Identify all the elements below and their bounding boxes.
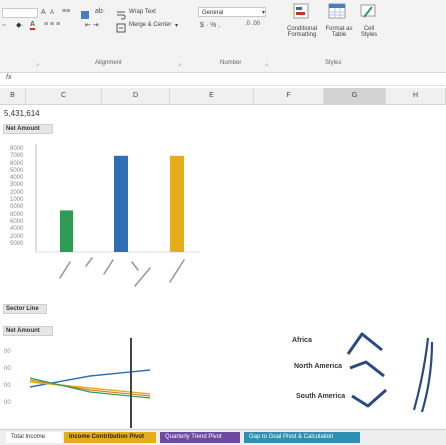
cell-b2-value[interactable]: 5,431,614 [4,109,40,118]
font-color-button[interactable]: A [30,21,36,30]
align-lines-icon[interactable]: ≡≡ [62,8,70,15]
decimal-buttons[interactable]: .0 .00 [245,21,260,27]
column-header[interactable]: D [102,88,170,104]
merge-center-label[interactable]: Merge & Center [129,22,171,28]
bar-chart[interactable]: 8000 7000 6000 5000 4000 3000 2000 1000 0000 8000… [0,140,210,290]
format-as-table-label[interactable]: Format as Table [323,26,355,38]
sheet-tabs-bar: Total Income Income Contribution Pivot Q… [0,429,446,445]
bar-green [60,210,73,252]
sheet-tab-quarterly-trend-pivot[interactable]: Quarterly Trend Pivot [160,432,240,443]
line-chart[interactable]: 00 00 00 00 [0,340,210,428]
number-format-select[interactable]: General [198,7,266,17]
region-label-africa: Africa [292,337,312,344]
formula-bar[interactable]: fx [0,73,446,86]
font-group-launcher-icon[interactable]: ⌟ [36,60,39,67]
wrap-text-icon[interactable] [116,7,126,20]
alignment-group-launcher-icon[interactable]: ⌟ [178,60,181,67]
column-header-selected[interactable]: G [324,88,386,104]
wrap-text-label[interactable]: Wrap Text [129,9,156,15]
font-size-box[interactable] [2,8,38,18]
alignment-group-label: Alignment [95,60,122,66]
column-header[interactable]: B [0,88,26,104]
fx-label: fx [6,74,12,81]
bar-gold [170,155,184,252]
column-header[interactable]: H [386,88,446,104]
borders-icon[interactable]: ▫· [2,22,7,29]
sparkline-north-america [349,360,385,378]
styles-group-label: Styles [325,60,342,66]
net-amount-filter-button[interactable]: Net Amount [3,124,53,134]
region-label-north-america: North America [294,363,342,370]
indent-buttons[interactable]: ⇤ ⇥ [85,21,99,29]
grow-font-button[interactable]: A [41,9,46,16]
sector-line-header: Sector Line [6,306,39,312]
bar-blue [114,155,128,252]
orientation-icon[interactable] [80,7,90,19]
net-amount-header-2: Net Amount [6,328,40,334]
accounting-symbols[interactable]: $ · % , [200,22,220,29]
sheet-tab-total-income[interactable]: Total Income [6,432,62,443]
sparkline-south-america [351,388,387,408]
text-direction-icon[interactable]: ab· [95,8,105,15]
ribbon: A A ≡≡ ab· Wrap Text ▫· ◆· A ≡ ≡ ≡ ⇤ ⇥ M… [0,0,446,73]
column-header[interactable]: E [170,88,254,104]
number-format-dropdown-icon[interactable]: ▾ [262,9,265,16]
sheet-tab-income-contribution-pivot[interactable]: Income Contribution Pivot [64,432,156,443]
shrink-font-button[interactable]: A [50,10,54,16]
region-label-south-america: South America [296,393,346,400]
cell-styles-label[interactable]: Cell Styles [355,26,383,38]
slicer-edge-icon [412,337,434,413]
conditional-formatting-label[interactable]: Conditional Formatting [282,26,322,38]
x-axis-labels [59,257,185,287]
number-group-label: Number [220,60,242,66]
net-amount-header: Net Amount [6,126,40,132]
sparkline-africa [346,332,383,355]
number-group-launcher-icon[interactable]: ⌟ [265,60,268,67]
fill-color-button[interactable]: ◆· [16,21,24,29]
vertical-divider-bar [130,338,132,428]
sheet-tab-gap-to-goal[interactable]: Gap to Goal Pivot & Calculation [244,432,360,443]
column-headers: B C D E F G H [0,88,446,105]
conditional-formatting-icon[interactable] [292,3,314,21]
format-as-table-icon[interactable] [327,3,349,21]
column-header[interactable]: C [26,88,102,104]
merge-center-icon[interactable] [116,20,126,33]
merge-dropdown-icon[interactable]: ▾ [175,22,178,29]
column-header[interactable]: F [254,88,324,104]
alignment-buttons[interactable]: ≡ ≡ ≡ [44,21,60,28]
net-amount-filter-button-2[interactable]: Net Amount [3,326,53,336]
cell-styles-icon[interactable] [358,3,380,21]
sector-line-filter-button[interactable]: Sector Line [3,304,47,314]
bar-chart-svg [35,144,200,287]
